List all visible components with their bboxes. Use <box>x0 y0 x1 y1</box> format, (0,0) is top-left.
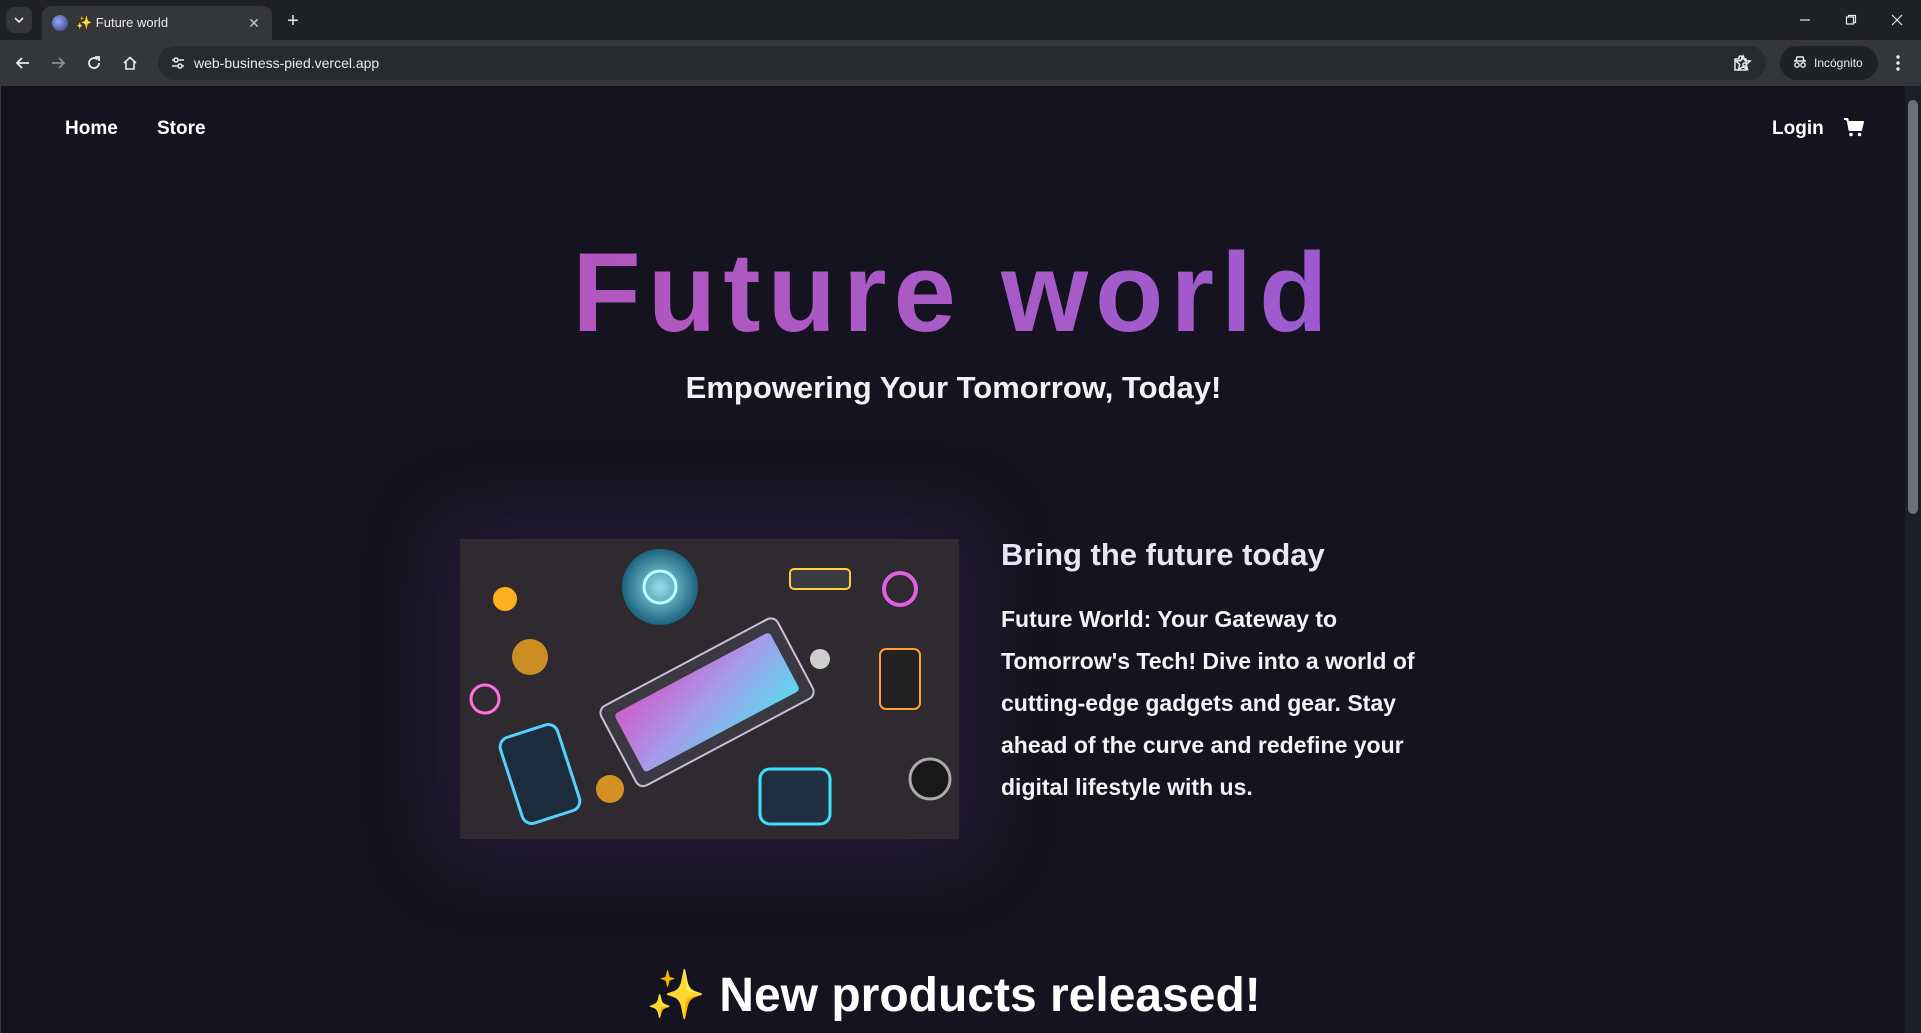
page-scrollbar[interactable] <box>1905 86 1921 1033</box>
hero-subtitle: Empowering Your Tomorrow, Today! <box>685 370 1222 405</box>
restore-icon[interactable] <box>1839 8 1863 32</box>
url-text: web-business-pied.vercel.app <box>194 55 380 71</box>
nav-home-link[interactable]: Home <box>65 118 118 140</box>
favicon-icon <box>52 15 68 31</box>
forward-icon[interactable] <box>45 50 71 76</box>
incognito-profile-button[interactable]: Incógnito <box>1780 46 1878 80</box>
reload-icon[interactable] <box>81 50 107 76</box>
minimize-icon[interactable] <box>1793 8 1817 32</box>
hero-title: Future world <box>1 228 1905 357</box>
site-info-icon[interactable] <box>170 55 186 76</box>
new-tab-icon[interactable]: + <box>282 10 304 32</box>
incognito-icon <box>1792 54 1808 73</box>
nav-store-link[interactable]: Store <box>157 118 206 140</box>
web-page: Home Store Login Future world Empowering… <box>0 86 1905 1033</box>
feature-description: Future World: Your Gateway to Tomorrow's… <box>1001 606 1415 800</box>
incognito-label: Incógnito <box>1814 56 1863 70</box>
cart-icon[interactable] <box>1843 116 1865 143</box>
tab-title: ✨ Future world <box>76 15 169 30</box>
browser-toolbar: web-business-pied.vercel.app Incógnito <box>0 40 1921 86</box>
gadgets-image <box>460 539 959 839</box>
home-icon[interactable] <box>117 50 143 76</box>
close-icon[interactable]: ✕ <box>246 15 262 31</box>
new-products-heading: ✨ New products released! <box>646 969 1261 1022</box>
browser-tab[interactable]: ✨ Future world ✕ <box>42 6 272 40</box>
address-bar[interactable]: web-business-pied.vercel.app <box>158 46 1766 80</box>
tab-search-icon[interactable] <box>6 7 32 33</box>
browser-tab-strip: ✨ Future world ✕ + <box>0 0 1921 40</box>
menu-icon[interactable] <box>1885 50 1911 76</box>
back-icon[interactable] <box>10 50 36 76</box>
window-close-icon[interactable] <box>1885 8 1909 32</box>
nav-login-link[interactable]: Login <box>1772 118 1824 140</box>
extensions-icon[interactable] <box>1728 50 1754 76</box>
feature-title: Bring the future today <box>1001 537 1325 572</box>
scrollbar-thumb[interactable] <box>1908 100 1918 514</box>
